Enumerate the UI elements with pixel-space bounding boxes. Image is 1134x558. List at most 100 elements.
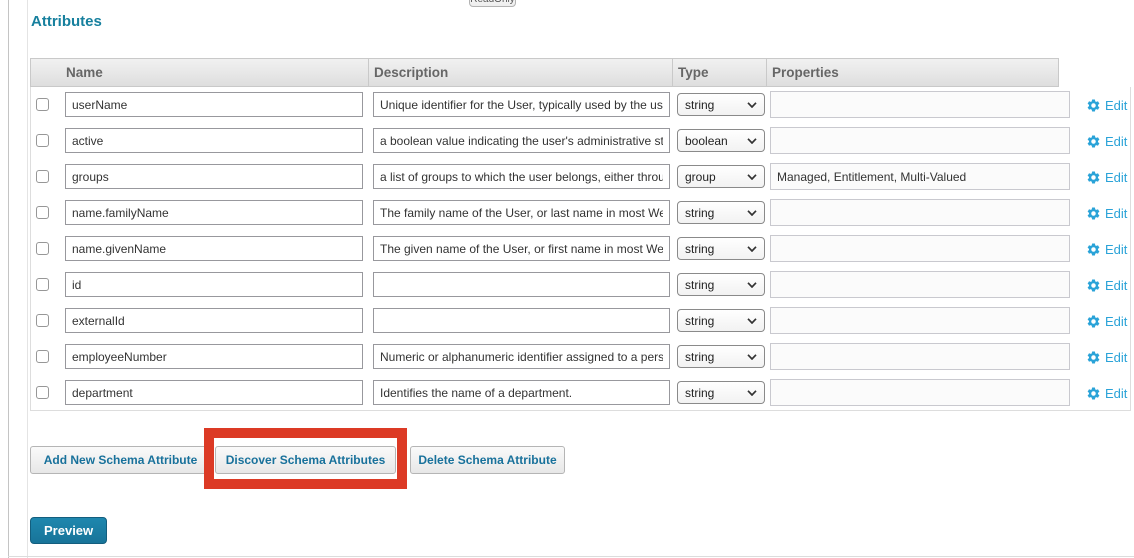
attribute-description-input[interactable]: [373, 164, 670, 189]
divider: [766, 59, 767, 86]
discover-schema-attributes-button[interactable]: Discover Schema Attributes: [215, 446, 396, 474]
properties-input[interactable]: [770, 271, 1070, 298]
table-row: string Edit: [31, 303, 1130, 339]
readonly-dropdown[interactable]: ReadOnly: [469, 0, 516, 7]
attribute-name-input[interactable]: [65, 344, 363, 369]
table-row: string Edit: [31, 87, 1130, 123]
row-checkbox[interactable]: [36, 242, 49, 255]
gear-icon: [1086, 242, 1101, 257]
attribute-description-input[interactable]: [373, 380, 670, 405]
edit-link[interactable]: Edit: [1086, 339, 1127, 375]
gear-icon: [1086, 386, 1101, 401]
attribute-name-input[interactable]: [65, 308, 363, 333]
attribute-name-input[interactable]: [65, 92, 363, 117]
edit-label: Edit: [1105, 242, 1127, 257]
type-select[interactable]: string: [677, 201, 765, 224]
properties-input[interactable]: [770, 91, 1070, 118]
edit-link[interactable]: Edit: [1086, 375, 1127, 411]
row-checkbox[interactable]: [36, 350, 49, 363]
edit-label: Edit: [1105, 278, 1127, 293]
page-title: Attributes: [31, 13, 102, 30]
type-select-value: string: [685, 206, 714, 220]
properties-input[interactable]: [770, 127, 1070, 154]
properties-input[interactable]: [770, 235, 1070, 262]
column-header-description: Description: [374, 59, 448, 86]
chevron-down-icon: [747, 174, 757, 180]
edit-label: Edit: [1105, 98, 1127, 113]
edit-link[interactable]: Edit: [1086, 267, 1127, 303]
edit-label: Edit: [1105, 314, 1127, 329]
attribute-description-input[interactable]: [373, 128, 670, 153]
divider: [368, 59, 369, 86]
attribute-name-input[interactable]: [65, 380, 363, 405]
edit-label: Edit: [1105, 386, 1127, 401]
type-select-value: group: [685, 170, 716, 184]
chevron-down-icon: [747, 102, 757, 108]
gear-icon: [1086, 170, 1101, 185]
chevron-down-icon: [747, 354, 757, 360]
attribute-description-input[interactable]: [373, 236, 670, 261]
attribute-description-input[interactable]: [373, 272, 670, 297]
type-select-value: string: [685, 350, 714, 364]
table-row: string Edit: [31, 231, 1130, 267]
attribute-name-input[interactable]: [65, 272, 363, 297]
properties-input[interactable]: [770, 379, 1070, 406]
edit-label: Edit: [1105, 134, 1127, 149]
attribute-description-input[interactable]: [373, 344, 670, 369]
chevron-down-icon: [747, 282, 757, 288]
type-select-value: string: [685, 386, 714, 400]
type-select-value: boolean: [685, 134, 728, 148]
edit-link[interactable]: Edit: [1086, 195, 1127, 231]
type-select[interactable]: string: [677, 273, 765, 296]
properties-input[interactable]: [770, 163, 1070, 190]
row-checkbox[interactable]: [36, 98, 49, 111]
edit-label: Edit: [1105, 206, 1127, 221]
delete-schema-attribute-button[interactable]: Delete Schema Attribute: [410, 446, 565, 474]
type-select[interactable]: string: [677, 237, 765, 260]
table-header: Name Description Type Properties: [30, 58, 1059, 87]
attribute-description-input[interactable]: [373, 308, 670, 333]
attribute-description-input[interactable]: [373, 92, 670, 117]
edit-link[interactable]: Edit: [1086, 159, 1127, 195]
attribute-name-input[interactable]: [65, 236, 363, 261]
gear-icon: [1086, 278, 1101, 293]
preview-button[interactable]: Preview: [30, 517, 107, 544]
type-select[interactable]: string: [677, 93, 765, 116]
properties-input[interactable]: [770, 343, 1070, 370]
row-checkbox[interactable]: [36, 278, 49, 291]
row-checkbox[interactable]: [36, 386, 49, 399]
row-checkbox[interactable]: [36, 314, 49, 327]
type-select-value: string: [685, 278, 714, 292]
attribute-name-input[interactable]: [65, 200, 363, 225]
type-select-value: string: [685, 242, 714, 256]
edit-link[interactable]: Edit: [1086, 123, 1127, 159]
row-checkbox[interactable]: [36, 170, 49, 183]
type-select[interactable]: string: [677, 309, 765, 332]
row-checkbox[interactable]: [36, 206, 49, 219]
type-select[interactable]: string: [677, 381, 765, 404]
divider: [8, 556, 1134, 557]
properties-input[interactable]: [770, 199, 1070, 226]
type-select[interactable]: boolean: [677, 129, 765, 152]
properties-input[interactable]: [770, 307, 1070, 334]
attribute-name-input[interactable]: [65, 164, 363, 189]
table-row: group Edit: [31, 159, 1130, 195]
attribute-name-input[interactable]: [65, 128, 363, 153]
attribute-description-input[interactable]: [373, 200, 670, 225]
divider: [27, 0, 28, 558]
chevron-down-icon: [747, 246, 757, 252]
add-new-schema-attribute-button[interactable]: Add New Schema Attribute: [30, 446, 211, 474]
divider: [8, 0, 9, 558]
type-select[interactable]: string: [677, 345, 765, 368]
table-row: string Edit: [31, 195, 1130, 231]
edit-link[interactable]: Edit: [1086, 303, 1127, 339]
edit-link[interactable]: Edit: [1086, 231, 1127, 267]
edit-label: Edit: [1105, 350, 1127, 365]
gear-icon: [1086, 206, 1101, 221]
type-select[interactable]: group: [677, 165, 765, 188]
row-checkbox[interactable]: [36, 134, 49, 147]
page: ReadOnly Attributes Name Description Typ…: [0, 0, 1134, 558]
gear-icon: [1086, 98, 1101, 113]
type-select-value: string: [685, 98, 714, 112]
edit-link[interactable]: Edit: [1086, 87, 1127, 123]
